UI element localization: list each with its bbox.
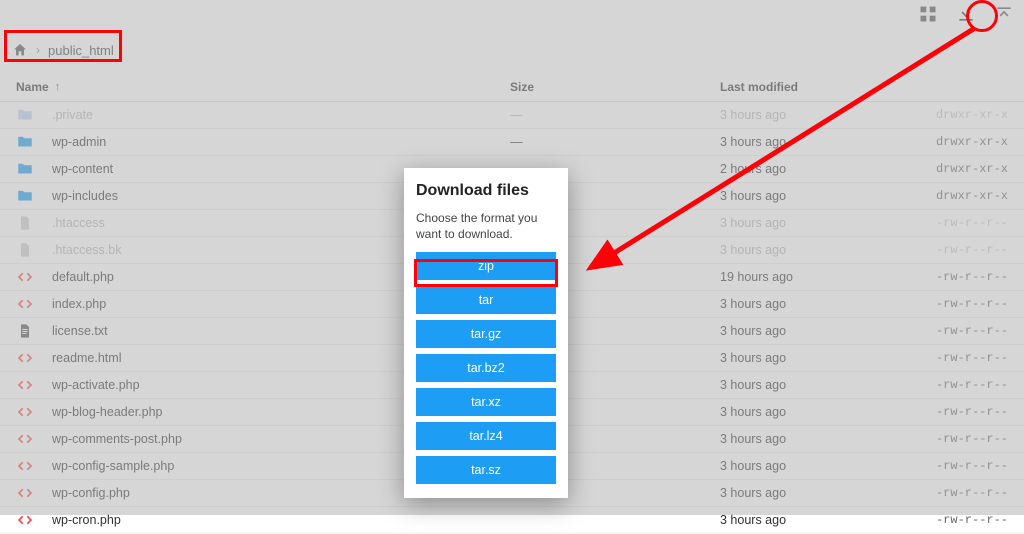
dialog-subtitle: Choose the format you want to download. (416, 210, 556, 242)
folder-icon (16, 187, 34, 205)
textfile-icon (16, 322, 34, 340)
format-option-zip[interactable]: zip (416, 252, 556, 280)
file-modified: 3 hours ago (720, 486, 910, 500)
file-name: wp-comments-post.php (40, 432, 182, 446)
file-modified: 3 hours ago (720, 405, 910, 419)
file-modified: 3 hours ago (720, 432, 910, 446)
file-permissions: -rw-r--r-- (910, 432, 1024, 446)
file-name: wp-admin (40, 135, 106, 149)
file-name: wp-blog-header.php (40, 405, 163, 419)
file-modified: 3 hours ago (720, 378, 910, 392)
file-size: — (510, 135, 720, 149)
dialog-title: Download files (416, 182, 556, 200)
format-option-tar-lz4[interactable]: tar.lz4 (416, 422, 556, 450)
top-toolbar (918, 0, 1014, 28)
file-permissions: drwxr-xr-x (910, 135, 1024, 149)
file-name: wp-cron.php (40, 513, 121, 527)
home-icon[interactable] (12, 42, 28, 58)
folder-icon (16, 106, 34, 124)
file-name: index.php (40, 297, 106, 311)
file-name: .htaccess.bk (40, 243, 121, 257)
format-option-tar-sz[interactable]: tar.sz (416, 456, 556, 484)
file-name: wp-config-sample.php (40, 459, 174, 473)
file-name: readme.html (40, 351, 121, 365)
file-permissions: -rw-r--r-- (910, 378, 1024, 392)
col-header-size[interactable]: Size (510, 80, 720, 94)
code-icon (16, 295, 34, 313)
table-row[interactable]: .private —3 hours agodrwxr-xr-x (0, 102, 1024, 129)
code-icon (16, 457, 34, 475)
file-permissions: -rw-r--r-- (910, 459, 1024, 473)
file-permissions: drwxr-xr-x (910, 189, 1024, 203)
format-option-tar[interactable]: tar (416, 286, 556, 314)
file-modified: 3 hours ago (720, 243, 910, 257)
file-modified: 2 hours ago (720, 162, 910, 176)
file-name: license.txt (40, 324, 108, 338)
file-icon (16, 241, 34, 259)
file-icon (16, 214, 34, 232)
table-row[interactable]: wp-cron.php 3 hours ago-rw-r--r-- (0, 507, 1024, 534)
upload-icon[interactable] (994, 4, 1014, 24)
file-name: default.php (40, 270, 114, 284)
file-size: — (510, 108, 720, 122)
file-modified: 3 hours ago (720, 297, 910, 311)
download-dialog: Download files Choose the format you wan… (404, 168, 568, 498)
file-permissions: -rw-r--r-- (910, 216, 1024, 230)
file-permissions: -rw-r--r-- (910, 351, 1024, 365)
code-icon (16, 484, 34, 502)
file-permissions: -rw-r--r-- (910, 243, 1024, 257)
file-modified: 3 hours ago (720, 459, 910, 473)
breadcrumb-current[interactable]: public_html (48, 43, 114, 58)
sort-arrow-icon: ↑ (55, 81, 61, 93)
file-modified: 3 hours ago (720, 135, 910, 149)
file-modified: 3 hours ago (720, 513, 910, 527)
file-permissions: drwxr-xr-x (910, 108, 1024, 122)
code-icon (16, 268, 34, 286)
file-modified: 3 hours ago (720, 324, 910, 338)
format-option-tar-xz[interactable]: tar.xz (416, 388, 556, 416)
file-name: .private (40, 108, 93, 122)
file-modified: 3 hours ago (720, 216, 910, 230)
code-icon (16, 349, 34, 367)
chevron-right-icon: › (36, 43, 40, 57)
folder-icon (16, 160, 34, 178)
file-modified: 3 hours ago (720, 189, 910, 203)
file-permissions: -rw-r--r-- (910, 405, 1024, 419)
download-icon[interactable] (956, 4, 976, 24)
file-permissions: -rw-r--r-- (910, 297, 1024, 311)
code-icon (16, 430, 34, 448)
format-option-tar-gz[interactable]: tar.gz (416, 320, 556, 348)
file-permissions: drwxr-xr-x (910, 162, 1024, 176)
file-modified: 3 hours ago (720, 351, 910, 365)
file-name: wp-config.php (40, 486, 130, 500)
file-permissions: -rw-r--r-- (910, 486, 1024, 500)
file-permissions: -rw-r--r-- (910, 513, 1024, 527)
file-permissions: -rw-r--r-- (910, 324, 1024, 338)
breadcrumb: › public_html (12, 42, 114, 58)
file-modified: 3 hours ago (720, 108, 910, 122)
folder-icon (16, 133, 34, 151)
file-name: .htaccess (40, 216, 105, 230)
grid-view-icon[interactable] (918, 4, 938, 24)
file-name: wp-content (40, 162, 113, 176)
col-header-name[interactable]: Name ↑ (0, 80, 510, 94)
code-icon (16, 403, 34, 421)
col-header-modified[interactable]: Last modified (720, 80, 910, 94)
table-row[interactable]: wp-admin —3 hours agodrwxr-xr-x (0, 129, 1024, 156)
code-icon (16, 376, 34, 394)
file-name: wp-includes (40, 189, 118, 203)
table-header: Name ↑ Size Last modified (0, 72, 1024, 102)
file-modified: 19 hours ago (720, 270, 910, 284)
code-icon (16, 511, 34, 529)
file-name: wp-activate.php (40, 378, 140, 392)
file-permissions: -rw-r--r-- (910, 270, 1024, 284)
format-option-tar-bz2[interactable]: tar.bz2 (416, 354, 556, 382)
